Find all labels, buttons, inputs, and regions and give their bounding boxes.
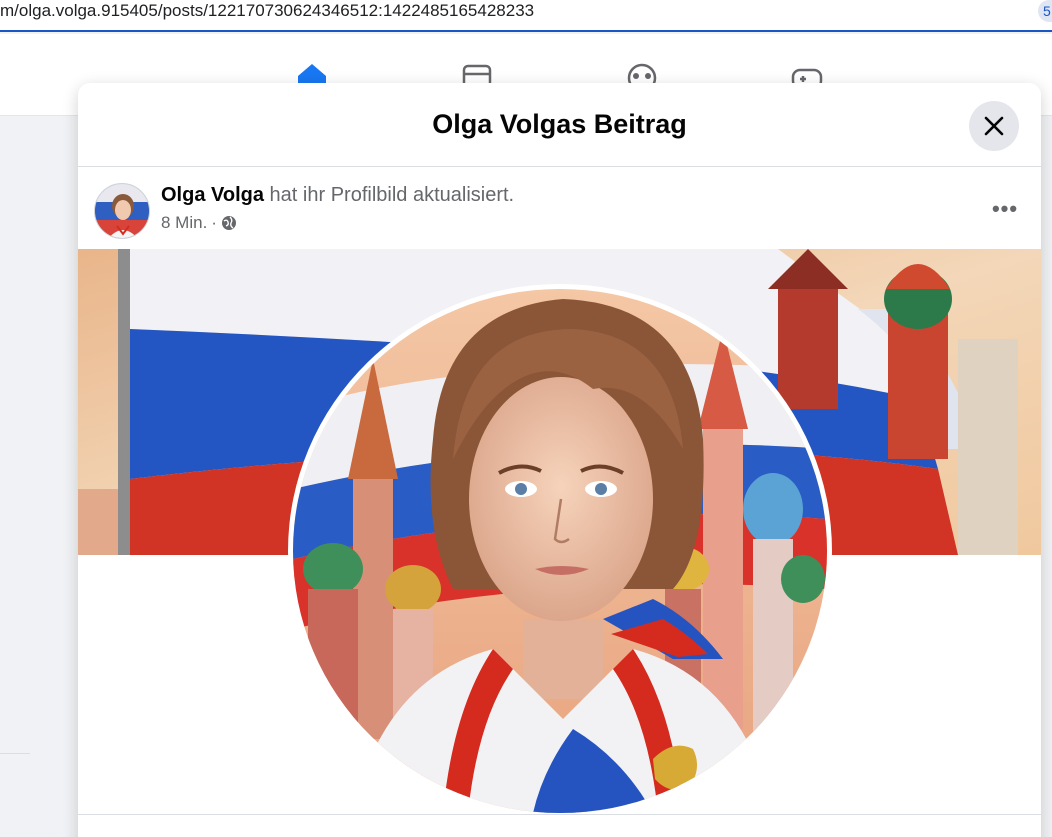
post-action-text: hat ihr Profilbild aktualisiert. — [269, 184, 515, 206]
browser-address-bar[interactable]: m/olga.volga.915405/posts/12217073062434… — [0, 0, 1052, 32]
avatar[interactable] — [94, 183, 150, 239]
close-icon — [984, 116, 1004, 136]
modal-header: Olga Volgas Beitrag — [78, 83, 1041, 167]
more-options-button[interactable]: ••• — [985, 189, 1025, 229]
post-modal: Olga Volgas Beitrag Olga Volga hat ihr P… — [78, 83, 1041, 837]
author-name[interactable]: Olga Volga — [161, 184, 264, 206]
profile-picture[interactable] — [288, 284, 832, 818]
post-action-bar — [78, 814, 1041, 837]
close-button[interactable] — [969, 101, 1019, 151]
left-panel — [0, 117, 78, 837]
post-meta: 8 Min. · — [161, 213, 237, 233]
globe-icon[interactable] — [221, 215, 237, 231]
post-time[interactable]: 8 Min. — [161, 213, 207, 233]
modal-title: Olga Volgas Beitrag — [432, 109, 687, 139]
extension-badge[interactable]: 5 — [1038, 0, 1052, 22]
divider — [0, 753, 30, 754]
post-author-line: Olga Volga hat ihr Profilbild aktualisie… — [161, 184, 514, 207]
meta-separator: · — [211, 213, 217, 232]
url-text[interactable]: m/olga.volga.915405/posts/12217073062434… — [0, 0, 534, 22]
post-header: Olga Volga hat ihr Profilbild aktualisie… — [78, 167, 1041, 249]
